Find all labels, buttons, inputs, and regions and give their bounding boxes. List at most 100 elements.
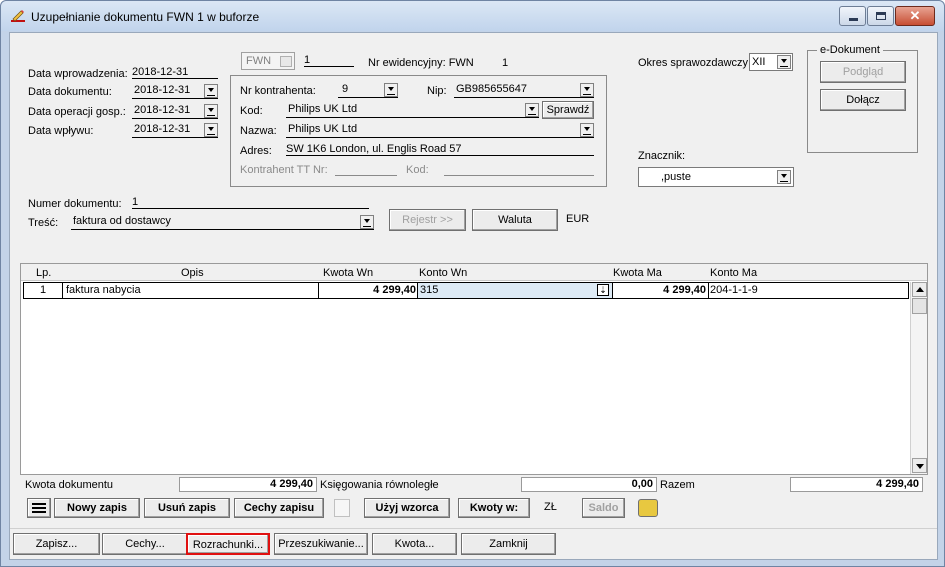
column-divider xyxy=(708,283,709,298)
row-kwota-wn[interactable]: 4 299,40 xyxy=(320,283,416,298)
row-opis[interactable]: faktura nabycia xyxy=(66,283,141,298)
table-row[interactable]: 1 faktura nabycia 4 299,40 315 ⇣ 4 299,4… xyxy=(23,282,909,299)
scroll-thumb[interactable] xyxy=(912,298,927,314)
usun-zapis-button[interactable]: Usuń zapis xyxy=(144,498,230,518)
nazwa-value: Philips UK Ltd xyxy=(288,123,358,135)
okres-label: Okres sprawozdawczy: xyxy=(638,57,752,69)
column-header: Kwota Wn xyxy=(323,267,374,279)
uzyj-wzorca-button[interactable]: Użyj wzorca xyxy=(364,498,450,518)
column-divider xyxy=(62,283,63,298)
dropdown-arrow-icon[interactable] xyxy=(384,83,398,97)
kwota-dokumentu-label: Kwota dokumentu xyxy=(25,479,114,491)
maximize-icon xyxy=(876,12,886,20)
row-konto-wn[interactable]: 315 xyxy=(418,283,612,298)
list-menu-button[interactable] xyxy=(27,498,51,518)
tresc-value: faktura od dostawcy xyxy=(73,215,171,227)
data-dokumentu-combo[interactable]: 2018-12-31 xyxy=(132,84,218,99)
doc-type-combo[interactable]: FWN xyxy=(241,52,295,70)
razem-label: Razem xyxy=(660,479,695,491)
tt-kod-label: Kod: xyxy=(406,164,429,176)
column-header: Kwota Ma xyxy=(613,267,662,279)
kwoty-w-button[interactable]: Kwoty w: xyxy=(458,498,530,518)
scroll-up-icon[interactable] xyxy=(912,282,927,297)
cechy-zapisu-button[interactable]: Cechy zapisu xyxy=(234,498,324,518)
rejestr-button[interactable]: Rejestr >> xyxy=(389,209,466,231)
calculator-icon[interactable] xyxy=(638,499,658,517)
dropdown-arrow-icon[interactable] xyxy=(777,170,791,184)
dropdown-arrow-icon[interactable] xyxy=(580,123,594,137)
kwota-dokumentu-value: 4 299,40 xyxy=(179,477,317,492)
table-scrollbar[interactable] xyxy=(910,282,927,474)
doc-type-value: FWN xyxy=(246,55,272,67)
dropdown-arrow-icon[interactable] xyxy=(777,55,791,69)
numer-dokumentu-label: Numer dokumentu: xyxy=(28,198,122,210)
column-header: Opis xyxy=(181,267,204,279)
dropdown-arrow-icon[interactable] xyxy=(360,215,374,229)
minimize-button[interactable] xyxy=(839,6,866,26)
nazwa-combo[interactable]: Philips UK Ltd xyxy=(286,123,594,138)
entries-table: Lp. Opis Kwota Wn Konto Wn Kwota Ma Kont… xyxy=(20,263,928,475)
kod-value: Philips UK Ltd xyxy=(288,103,358,115)
nr-ewidencyjny-label: Nr ewidencyjny: FWN xyxy=(368,57,474,69)
cechy-button[interactable]: Cechy... xyxy=(102,533,188,555)
data-dokumentu-value: 2018-12-31 xyxy=(134,84,191,96)
dropdown-arrow-icon[interactable] xyxy=(580,83,594,97)
title-bar[interactable]: Uzupełnianie dokumentu FWN 1 w buforze ✕ xyxy=(1,1,944,31)
list-icon-mid xyxy=(32,507,46,509)
clipboard-icon[interactable] xyxy=(334,499,350,517)
window-title: Uzupełnianie dokumentu FWN 1 w buforze xyxy=(31,10,260,24)
data-dokumentu-label: Data dokumentu: xyxy=(28,86,112,98)
podglad-button[interactable]: Podgląd xyxy=(820,61,906,83)
data-wprowadzenia-label: Data wprowadzenia: xyxy=(28,68,128,80)
doc-number-field[interactable]: 1 xyxy=(304,54,354,67)
razem-value: 4 299,40 xyxy=(790,477,923,492)
row-lp: 1 xyxy=(40,284,47,296)
dolacz-button[interactable]: Dołącz xyxy=(820,89,906,111)
znacznik-combo[interactable]: ,puste xyxy=(638,167,794,187)
sprawdz-button[interactable]: Sprawdź xyxy=(542,101,594,119)
close-button[interactable]: ✕ xyxy=(895,6,935,26)
minimize-icon xyxy=(849,18,858,21)
dropdown-arrow-icon[interactable] xyxy=(204,123,218,137)
adres-field[interactable]: SW 1K6 London, ul. Englis Road 57 xyxy=(286,143,594,156)
column-header: Lp. xyxy=(36,267,52,279)
nowy-zapis-button[interactable]: Nowy zapis xyxy=(54,498,140,518)
waluta-button[interactable]: Waluta xyxy=(472,209,558,231)
kod-combo[interactable]: Philips UK Ltd xyxy=(286,103,539,118)
dropdown-arrow-icon[interactable] xyxy=(204,84,218,98)
data-wprowadzenia-field[interactable]: 2018-12-31 xyxy=(132,66,218,79)
okres-value: XII xyxy=(752,56,766,68)
edit-pencil-icon xyxy=(11,10,25,22)
data-wplywu-label: Data wpływu: xyxy=(28,125,94,137)
nip-combo[interactable]: GB985655647 xyxy=(454,83,594,98)
data-wplywu-combo[interactable]: 2018-12-31 xyxy=(132,123,218,138)
zapisz-button[interactable]: Zapisz... xyxy=(13,533,100,555)
dropdown-arrow-icon[interactable] xyxy=(204,104,218,118)
data-wplywu-value: 2018-12-31 xyxy=(134,123,191,135)
nip-value: GB985655647 xyxy=(456,83,527,95)
data-operacji-label: Data operacji gosp.: xyxy=(28,106,126,118)
row-kwota-ma[interactable]: 4 299,40 xyxy=(613,283,706,298)
tresc-combo[interactable]: faktura od dostawcy xyxy=(71,215,374,230)
maximize-button[interactable] xyxy=(867,6,894,26)
data-operacji-combo[interactable]: 2018-12-31 xyxy=(132,104,218,119)
row-konto-ma[interactable]: 204-1-1-9 xyxy=(710,283,758,298)
edokument-label: e-Dokument xyxy=(817,44,883,56)
kontrahent-tt-field[interactable] xyxy=(335,162,397,176)
zamknij-button[interactable]: Zamknij xyxy=(461,533,556,555)
okres-combo[interactable]: XII xyxy=(749,53,793,71)
rozrachunki-button[interactable]: Rozrachunki... xyxy=(186,533,270,555)
tt-kod-field[interactable] xyxy=(444,162,594,176)
data-operacji-value: 2018-12-31 xyxy=(134,104,191,116)
dropdown-arrow-icon[interactable] xyxy=(525,103,539,117)
saldo-button[interactable]: Saldo xyxy=(582,498,625,518)
nr-kontrahenta-combo[interactable]: 9 xyxy=(338,83,398,98)
tresc-label: Treść: xyxy=(28,217,59,229)
table-header: Lp. Opis Kwota Wn Konto Wn Kwota Ma Kont… xyxy=(21,264,927,281)
numer-dokumentu-field[interactable]: 1 xyxy=(132,196,369,209)
lookup-arrow-icon[interactable]: ⇣ xyxy=(597,284,609,296)
kwota-button[interactable]: Kwota... xyxy=(372,533,457,555)
nr-kontrahenta-value: 9 xyxy=(342,83,349,95)
przeszukiwanie-button[interactable]: Przeszukiwanie... xyxy=(274,533,368,555)
scroll-down-icon[interactable] xyxy=(912,458,927,473)
